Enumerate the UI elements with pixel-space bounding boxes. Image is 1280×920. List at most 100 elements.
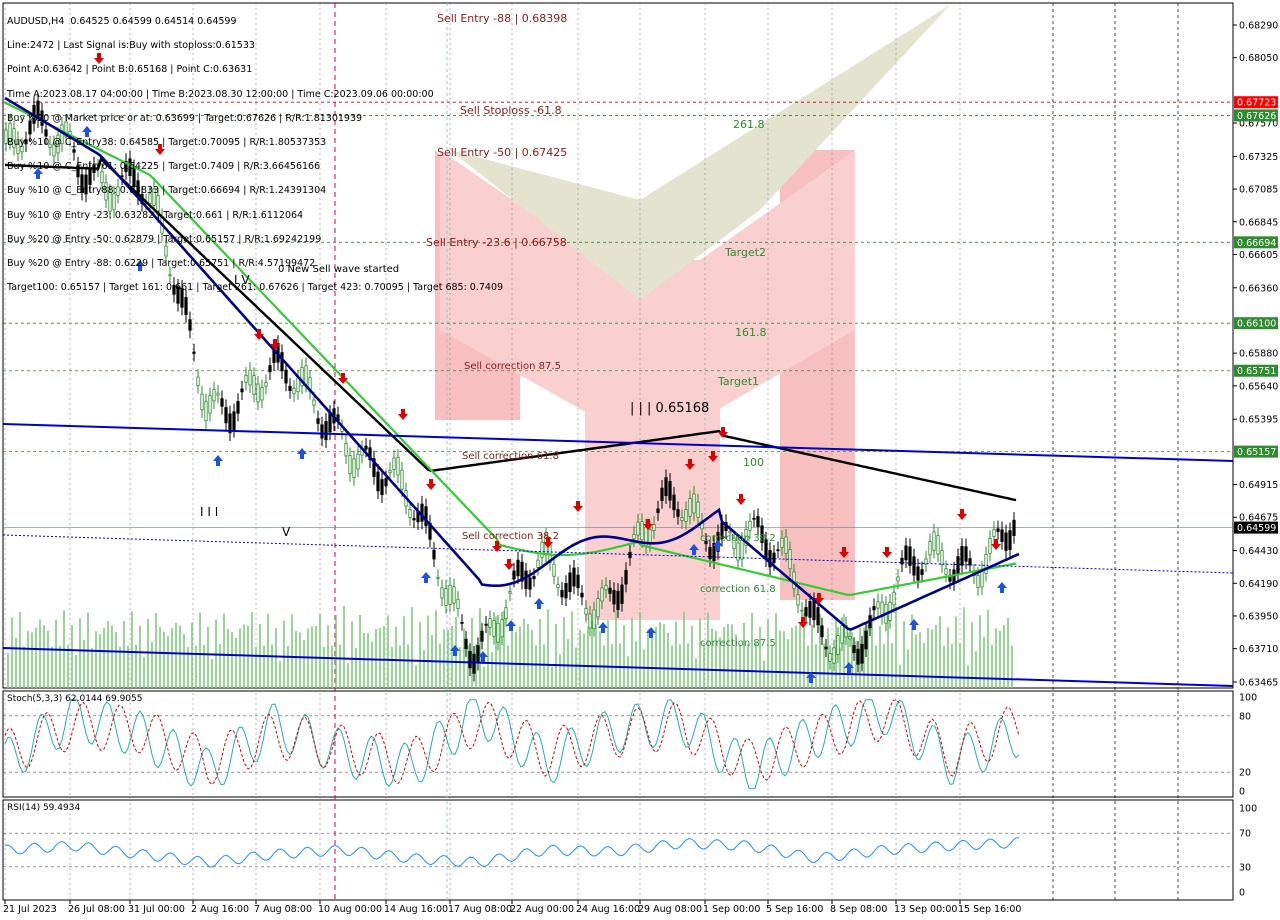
candle-body xyxy=(304,365,308,385)
candle-body xyxy=(940,550,944,565)
candle-body xyxy=(504,607,508,619)
time-tick-label: 5 Sep 16:00 xyxy=(766,904,823,915)
candle-body xyxy=(676,509,680,517)
candle-body xyxy=(452,586,456,604)
correction-618-label: correction 61.8 xyxy=(700,584,776,595)
candle-body xyxy=(284,369,288,384)
candle-body xyxy=(248,369,252,386)
candle-body xyxy=(964,546,968,562)
candle-body xyxy=(412,517,416,521)
candle-body xyxy=(996,528,1000,532)
candle-body xyxy=(588,613,592,629)
candle-body xyxy=(784,536,788,554)
stoch-tick-label: 20 xyxy=(1239,768,1251,779)
candle-body xyxy=(632,533,636,540)
target1-label: Target1 xyxy=(717,375,759,388)
candle-body xyxy=(1008,530,1012,550)
sell-correction-875-label: Sell correction 87.5 xyxy=(464,361,561,372)
candle-body xyxy=(376,471,380,492)
candle-body xyxy=(516,559,520,577)
candle-body xyxy=(268,365,272,373)
candle-body xyxy=(320,424,324,439)
candle-body xyxy=(1000,529,1004,542)
candle-body xyxy=(772,552,776,564)
candle-body xyxy=(612,589,616,605)
candle-body xyxy=(492,620,496,637)
candle-body xyxy=(200,393,204,411)
info-line: Buy %20 @ Entry -50: 0.62879 | Target:0.… xyxy=(7,233,322,245)
candle-body xyxy=(260,387,264,401)
price-tag-label: 0.66694 xyxy=(1237,238,1276,249)
candle-body xyxy=(344,442,348,457)
price-tick-label: 0.66360 xyxy=(1239,283,1278,294)
candle-body xyxy=(652,524,656,532)
candle-body xyxy=(352,458,356,479)
candle-body xyxy=(960,546,964,566)
candle-body xyxy=(640,521,644,541)
watermark-center xyxy=(585,300,720,620)
candle-body xyxy=(384,478,388,487)
candle-body xyxy=(392,457,396,470)
candle-body xyxy=(840,625,844,644)
price-tick-label: 0.63950 xyxy=(1239,611,1278,622)
candle-body xyxy=(292,387,296,395)
candle-body xyxy=(192,351,196,354)
stoch-tick-label: 0 xyxy=(1239,787,1245,798)
time-tick-label: 13 Sep 00:00 xyxy=(894,904,957,915)
candle-body xyxy=(324,421,328,441)
candle-body xyxy=(568,572,572,593)
time-tick-label: 15 Sep 16:00 xyxy=(958,904,1021,915)
candle-body xyxy=(216,392,220,396)
candle-body xyxy=(212,389,216,402)
price-tick-label: 0.64430 xyxy=(1239,546,1278,557)
price-tag-label: 0.66100 xyxy=(1237,319,1276,330)
candle-body xyxy=(496,622,500,643)
candle-body xyxy=(668,480,672,501)
candle-body xyxy=(896,576,900,582)
candle-body xyxy=(540,541,544,558)
candle-body xyxy=(472,653,476,674)
candle-body xyxy=(776,549,780,552)
sell-correction-618-label: Sell correction 61.8 xyxy=(462,451,559,462)
candle-body xyxy=(576,574,580,589)
rsi-tick-label: 0 xyxy=(1239,888,1245,899)
price-tag-label: 0.65751 xyxy=(1237,366,1276,377)
rsi-tick-label: 70 xyxy=(1239,829,1251,840)
info-line: Point A:0.63642 | Point B:0.65168 | Poin… xyxy=(7,64,253,76)
time-tick-label: 31 Jul 00:00 xyxy=(128,904,185,915)
sell-correction-382-label: Sell correction 38.2 xyxy=(462,531,559,542)
candle-body xyxy=(480,630,484,642)
info-line: Buy %10 @ Entry -23: 0.63282 | Target:0.… xyxy=(7,209,304,221)
candle-body xyxy=(836,635,840,655)
candle-body xyxy=(988,538,992,554)
candle-body xyxy=(552,563,556,577)
candle-body xyxy=(432,549,436,560)
candle-body xyxy=(812,600,816,621)
point-b-label: | | | 0.65168 xyxy=(630,401,709,416)
candle-body xyxy=(484,623,488,626)
candle-body xyxy=(532,576,536,580)
candle-body xyxy=(252,375,256,395)
candle-body xyxy=(860,643,864,664)
candle-body xyxy=(556,584,560,589)
target-161-label: 161.8 xyxy=(735,326,767,339)
rsi-tick-label: 100 xyxy=(1239,804,1257,815)
candle-body xyxy=(608,587,612,594)
candle-body xyxy=(852,645,856,654)
stoch-label: Stoch(5,3,3) 62.0144 69.9055 xyxy=(7,694,143,704)
candle-body xyxy=(916,566,920,581)
info-line: Buy %10 @ C_Entry88: 0.63833 | Target:0.… xyxy=(7,185,327,197)
stoch-tick-label: 100 xyxy=(1239,693,1257,704)
price-tick-label: 0.65880 xyxy=(1239,349,1278,360)
candle-body xyxy=(224,407,228,424)
rsi-label: RSI(14) 59.4934 xyxy=(7,803,81,813)
time-tick-label: 29 Aug 08:00 xyxy=(638,904,702,915)
price-tag-label: 0.64599 xyxy=(1237,523,1276,534)
candle-body xyxy=(236,401,240,414)
info-line: Buy %10 @ C_Entry61: 0.64225 | Target:0.… xyxy=(7,161,321,173)
candle-body xyxy=(204,401,208,422)
candle-body xyxy=(944,568,948,575)
candle-body xyxy=(636,521,640,536)
correction-382-label: correction 38.2 xyxy=(700,533,776,544)
candle-body xyxy=(508,591,512,594)
